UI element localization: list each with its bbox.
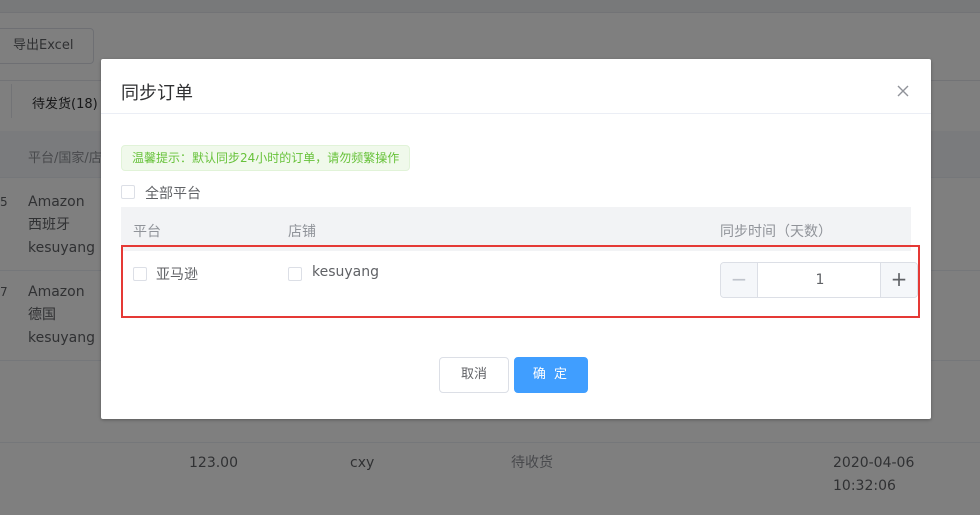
sync-orders-dialog: 同步订单 温馨提示：默认同步24小时的订单，请勿频繁操作 全部平台 平台 店铺 … xyxy=(101,59,931,419)
close-icon[interactable] xyxy=(893,81,913,101)
sync-tip-alert: 温馨提示：默认同步24小时的订单，请勿频繁操作 xyxy=(121,145,411,171)
dialog-title: 同步订单 xyxy=(121,83,193,104)
highlight-box xyxy=(121,245,920,318)
column-sync-days: 同步时间（天数） xyxy=(720,224,832,240)
all-platforms-label[interactable]: 全部平台 xyxy=(145,183,201,203)
all-platforms-checkbox[interactable] xyxy=(121,185,135,199)
confirm-button[interactable]: 确 定 xyxy=(514,357,588,393)
dialog-header: 同步订单 xyxy=(101,59,931,114)
column-platform: 平台 xyxy=(133,224,161,240)
cancel-button[interactable]: 取消 xyxy=(439,357,509,393)
column-shop: 店铺 xyxy=(288,224,316,240)
